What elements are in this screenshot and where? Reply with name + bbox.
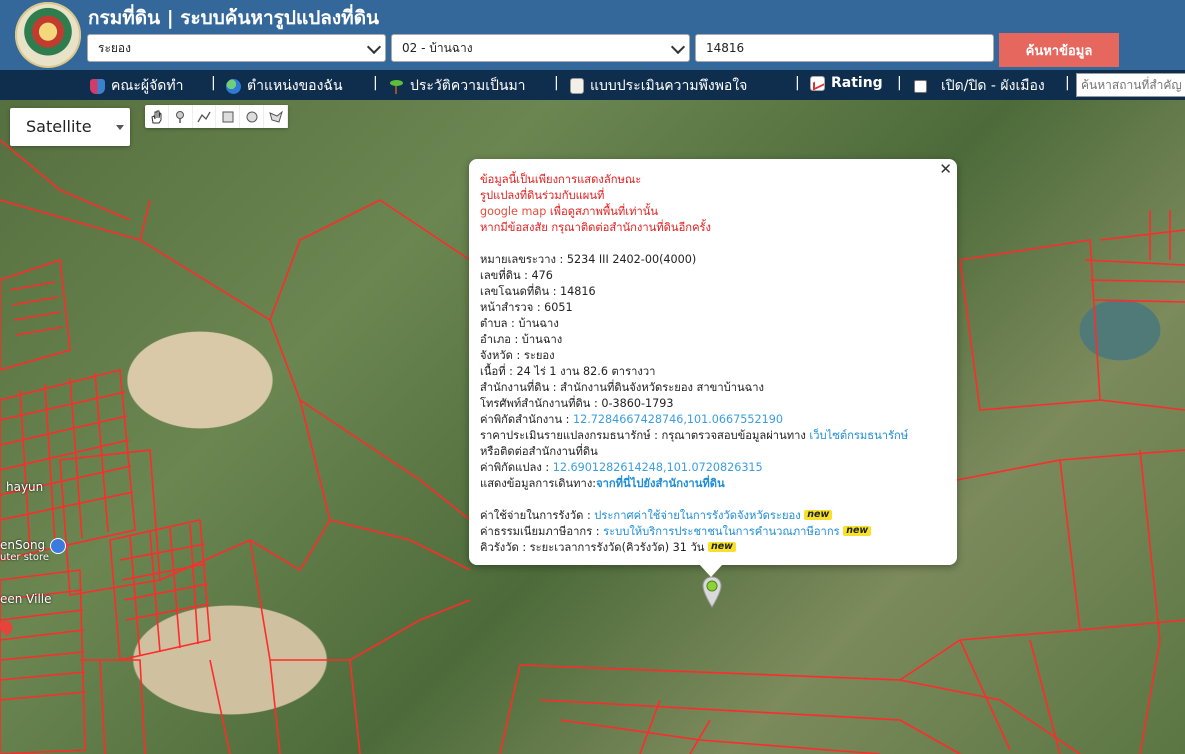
land-area: เนื้อที่ : 24 ไร่ 1 งาน 82.6 ตารางวา [480, 365, 656, 378]
polyline-icon [197, 111, 211, 122]
place-search-input[interactable] [1076, 73, 1185, 97]
disclaimer-line: หากมีข้อสงสัย กรุณาติดต่อสำนักงานที่ดินอ… [480, 221, 712, 234]
parcel-coordinates-link[interactable]: 12.6901282614248,101.0720826315 [553, 461, 763, 474]
new-badge: new [843, 526, 872, 536]
district-select[interactable]: 02 - บ้านฉาง [391, 34, 690, 62]
new-badge: new [804, 510, 833, 520]
office-coordinates: ค่าพิกัดสำนักงาน : 12.7284667428746,101.… [480, 413, 783, 426]
appraisal-info: ราคาประเมินรายแปลงกรมธนารักษ์ : กรุณาตรว… [480, 429, 909, 442]
land-number: เลขที่ดิน : 476 [480, 269, 553, 282]
amphoe: อำเภอ : บ้านฉาง [480, 333, 563, 346]
map-label: een Ville [0, 592, 52, 606]
marker-tool-button[interactable] [169, 105, 193, 128]
sprout-icon [389, 79, 404, 94]
nav-item-label: Rating [831, 75, 883, 91]
nav-item-history[interactable]: ประวัติความเป็นมา [389, 75, 526, 97]
chevron-down-icon [670, 39, 686, 55]
header-bar: กรมที่ดิน | ระบบค้นหารูปแปลงที่ดิน ระยอง… [0, 0, 1185, 70]
circle-icon [246, 111, 258, 122]
nav-item-label: คณะผู้จัดทำ [111, 78, 184, 94]
nav-separator: | [795, 75, 800, 91]
deed-number: เลขโฉนดที่ดิน : 14816 [480, 285, 596, 298]
disclaimer-line: ข้อมูลนี้เป็นเพียงการแสดงลักษณะ [480, 173, 642, 186]
province-select[interactable]: ระยอง [87, 34, 386, 62]
map-type-select[interactable]: Satellite [10, 108, 130, 146]
district-select-value: 02 - บ้านฉาง [402, 41, 473, 55]
sheet-number: หมายเลขระวาง : 5234 III 2402-00(4000) [480, 253, 697, 266]
pin-icon [176, 110, 185, 123]
nav-separator: | [373, 75, 378, 91]
map-type-value: Satellite [26, 117, 92, 136]
parcel-coordinates: ค่าพิกัดแปลง : 12.6901282614248,101.0720… [480, 461, 763, 474]
chart-icon [810, 75, 825, 91]
parcel-info-body: ข้อมูลนี้เป็นเพียงการแสดงลักษณะ รูปแปลงท… [480, 172, 950, 556]
disclaimer-line: รูปแปลงที่ดินร่วมกับแผนที่ [480, 189, 605, 202]
nav-separator: | [897, 75, 902, 91]
globe-icon [226, 78, 241, 94]
survey-queue: คิวรังวัด : ระยะเวลาการรังวัด(คิวรังวัด)… [480, 540, 950, 556]
nav-item-label: เปิด/ปิด - ผังเมือง [941, 78, 1045, 94]
people-icon [90, 78, 105, 94]
disclaimer-line: google map เพื่อดูสภาพพื้นที่เท่านั้น [480, 205, 659, 218]
nav-item-team[interactable]: คณะผู้จัดทำ [90, 75, 183, 97]
department-seal-logo [15, 2, 81, 68]
nav-item-my-location[interactable]: ตำแหน่งของฉัน [226, 75, 343, 97]
search-button[interactable]: ค้นหาข้อมูล [999, 33, 1119, 67]
rectangle-icon [222, 111, 234, 122]
survey-page: หน้าสำรวจ : 6051 [480, 301, 573, 314]
chevron-down-icon [366, 39, 382, 55]
zoning-checkbox[interactable] [914, 79, 927, 93]
hand-tool-button[interactable] [145, 105, 169, 128]
map-label: hayun [6, 480, 44, 494]
survey-fee: ค่าใช้จ่ายในการรังวัด : ประกาศค่าใช้จ่าย… [480, 508, 950, 524]
nav-item-zoning-toggle[interactable]: เปิด/ปิด - ผังเมือง [914, 75, 1045, 97]
shopping-bag-icon[interactable] [50, 538, 66, 554]
subdistrict: ตำบล : บ้านฉาง [480, 317, 559, 330]
route-info: แสดงข้อมูลการเดินทาง:จากที่นี่ไปยังสำนัก… [480, 477, 725, 490]
appraisal-suffix: หรือติดต่อสำนักงานที่ดิน [480, 445, 598, 458]
nav-item-label: ตำแหน่งของฉัน [247, 78, 343, 94]
nav-bar: คณะผู้จัดทำ | ตำแหน่งของฉัน | ประวัติควา… [0, 70, 1185, 100]
province-select-value: ระยอง [98, 41, 131, 55]
polyline-tool-button[interactable] [193, 105, 217, 128]
map-label: enSong [0, 538, 46, 552]
hand-icon [151, 110, 162, 123]
nav-item-rating[interactable]: Rating [810, 75, 883, 91]
app-title: กรมที่ดิน | ระบบค้นหารูปแปลงที่ดิน [88, 7, 380, 29]
survey-fee-link[interactable]: ประกาศค่าใช้จ่ายในการรังวัดจังหวัดระยอง [594, 509, 800, 522]
parcel-info-window: ✕ ข้อมูลนี้เป็นเพียงการแสดงลักษณะ รูปแปล… [469, 159, 957, 577]
nav-item-survey[interactable]: แบบประเมินความพึงพอใจ [570, 75, 747, 97]
polygon-tool-button[interactable] [264, 105, 288, 128]
map-label: uter store [0, 552, 49, 563]
tax-calculation-link[interactable]: ระบบให้บริการประชาชนในการคำนวณภาษีอากร [603, 525, 840, 538]
treasury-website-link[interactable]: เว็บไซต์กรมธนารักษ์ [809, 429, 908, 442]
route-link[interactable]: จากที่นี่ไปยังสำนักงานที่ดิน [596, 477, 725, 490]
parcel-number-input[interactable] [695, 34, 994, 62]
rectangle-tool-button[interactable] [216, 105, 241, 128]
drawing-toolbar [145, 105, 288, 128]
nav-separator: | [211, 75, 216, 91]
memo-icon [570, 78, 584, 94]
land-office: สำนักงานที่ดิน : สำนักงานที่ดินจังหวัดระ… [480, 381, 764, 394]
nav-separator: | [554, 75, 559, 91]
nav-item-label: ประวัติความเป็นมา [410, 78, 526, 94]
new-badge: new [707, 542, 736, 552]
polygon-icon [268, 110, 283, 123]
office-phone: โทรศัพท์สำนักงานที่ดิน : 0-3860-1793 [480, 397, 674, 410]
caret-down-icon [116, 125, 124, 130]
nav-item-label: แบบประเมินความพึงพอใจ [590, 78, 748, 94]
circle-tool-button[interactable] [240, 105, 265, 128]
province: จังหวัด : ระยอง [480, 349, 555, 362]
nav-separator: | [1065, 75, 1070, 91]
tax-fee: ค่าธรรมเนียมภาษีอากร : ระบบให้บริการประช… [480, 524, 950, 540]
office-coordinates-link[interactable]: 12.7284667428746,101.0667552190 [573, 413, 783, 426]
